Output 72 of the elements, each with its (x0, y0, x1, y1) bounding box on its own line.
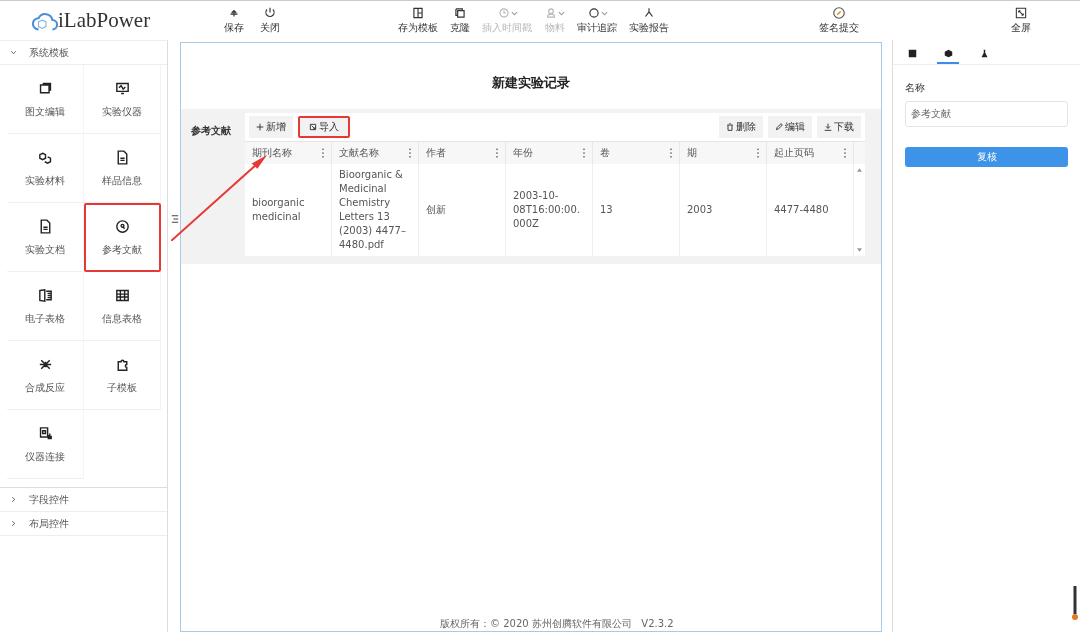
table-cell: Bioorganic & Medicinal Chemistry Letters 13 (2003) 4477–4480.pdf (332, 164, 419, 256)
book-icon (36, 286, 54, 304)
table-tool-button[interactable]: 编辑 (768, 116, 812, 138)
toolbar-button[interactable]: 实验报告 (629, 6, 669, 35)
column-header[interactable]: 文献名称 (332, 142, 419, 164)
table-cell: 2003-10-08T16:00:00.000Z (506, 164, 593, 256)
template-item[interactable]: 实验仪器 (84, 65, 161, 134)
copy-icon (453, 6, 467, 20)
kebab-menu-icon[interactable] (756, 148, 760, 158)
table-cell: 2003 (680, 164, 767, 256)
template-item[interactable]: 电子表格 (7, 272, 84, 341)
import-icon (309, 123, 317, 131)
expand-icon (1014, 6, 1028, 20)
download-icon (824, 123, 832, 131)
sidebar-section[interactable]: 系统模板 (0, 41, 167, 65)
kebab-menu-icon[interactable] (669, 148, 673, 158)
table-tool-button[interactable]: 新增 (249, 116, 293, 138)
kebab-menu-icon[interactable] (408, 148, 412, 158)
plus-icon (256, 123, 264, 131)
template-item[interactable]: 合成反应 (7, 341, 84, 410)
fullscreen-button[interactable]: 全屏 (1011, 6, 1031, 35)
column-header[interactable]: 期 (680, 142, 767, 164)
kebab-menu-icon[interactable] (843, 148, 847, 158)
table-tool-button[interactable]: 删除 (719, 116, 763, 138)
kebab-menu-icon[interactable] (495, 148, 499, 158)
toolbar-button[interactable]: 关闭 (260, 6, 280, 35)
table-cell: 4477-4480 (767, 164, 854, 256)
template-item[interactable]: 参考文献 (84, 203, 161, 272)
sign-submit-button[interactable]: 签名提交 (819, 6, 859, 35)
template-item[interactable]: 实验文档 (7, 203, 84, 272)
power-icon (263, 6, 277, 20)
column-header[interactable]: 年份 (506, 142, 593, 164)
column-header[interactable]: 卷 (593, 142, 680, 164)
toolbar-button[interactable]: 审计追踪 (577, 6, 617, 35)
toolbar-button[interactable]: 保存 (224, 6, 244, 35)
field-label: 名称 (905, 81, 926, 95)
scroll-down-icon[interactable] (857, 248, 862, 252)
toolbar-button[interactable]: 存为模板 (398, 6, 438, 35)
table-cell: 创新 (419, 164, 506, 256)
section-label: 参考文献 (191, 124, 231, 138)
document-title: 新建实验记录 (491, 74, 571, 92)
kebab-menu-icon[interactable] (582, 148, 586, 158)
scroll-up-icon[interactable] (857, 168, 862, 172)
column-header[interactable]: 作者 (419, 142, 506, 164)
kebab-menu-icon[interactable] (321, 148, 325, 158)
template-item[interactable]: 信息表格 (84, 272, 161, 341)
sidebar-section[interactable]: 字段控件 (0, 488, 167, 512)
copyright-text: 版权所有：© 2020 苏州创腾软件有限公司 V2.3.2 (440, 617, 674, 631)
table-cell: 13 (593, 164, 680, 256)
cube-icon (943, 48, 953, 58)
template-item[interactable]: 实验材料 (7, 134, 84, 203)
list-icon (907, 48, 917, 58)
more-icon (586, 6, 601, 20)
template-item[interactable]: 样品信息 (84, 134, 161, 203)
template-item[interactable]: 图文编辑 (7, 65, 84, 134)
clock-icon (496, 6, 511, 20)
pencil-icon (775, 123, 783, 131)
column-header[interactable]: 起止页码 (767, 142, 854, 164)
template-item[interactable]: 仪器连接 (7, 410, 84, 479)
collapse-handle-icon[interactable] (171, 214, 179, 224)
thermometer-icon (1072, 586, 1078, 622)
trash-icon (726, 123, 734, 131)
template-icon (411, 6, 425, 20)
pen-circle-icon (832, 6, 846, 20)
table-tool-button[interactable]: 导入 (298, 116, 350, 138)
name-field[interactable]: 参考文献 (905, 101, 1068, 127)
sidebar-section[interactable]: 布局控件 (0, 512, 167, 536)
search-icon (113, 217, 131, 235)
table-tool-button[interactable]: 下载 (817, 116, 861, 138)
toolbar-button[interactable]: 克隆 (450, 6, 470, 35)
template-item[interactable]: 子模板 (84, 341, 161, 410)
logo-text: iLabPower (58, 8, 151, 33)
